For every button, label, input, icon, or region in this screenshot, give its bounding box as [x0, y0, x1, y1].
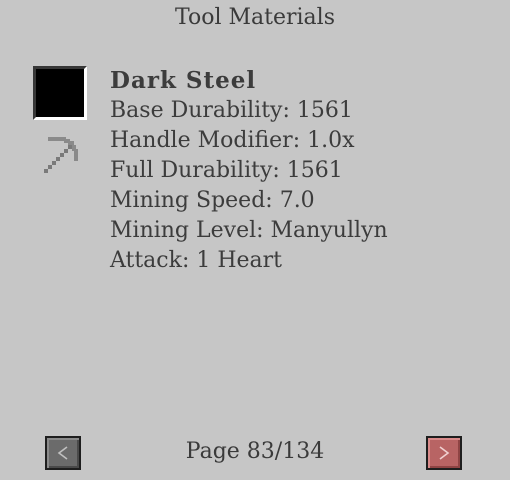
stat-handle-modifier: Handle Modifier: 1.0x	[110, 128, 355, 153]
chevron-right-icon	[439, 446, 450, 460]
pickaxe-icon	[40, 133, 84, 177]
stat-full-durability: Full Durability: 1561	[110, 158, 343, 183]
stat-mining-speed: Mining Speed: 7.0	[110, 188, 315, 213]
stat-attack: Attack: 1 Heart	[110, 248, 283, 273]
next-page-button[interactable]	[426, 436, 462, 470]
material-name: Dark Steel	[110, 67, 257, 94]
stat-mining-level: Mining Level: Manyullyn	[110, 218, 388, 243]
material-info: Dark Steel Base Durability: 1561 Handle …	[110, 66, 388, 276]
page-title: Tool Materials	[175, 5, 335, 30]
stat-base-durability: Base Durability: 1561	[110, 98, 353, 123]
material-swatch	[33, 66, 87, 120]
